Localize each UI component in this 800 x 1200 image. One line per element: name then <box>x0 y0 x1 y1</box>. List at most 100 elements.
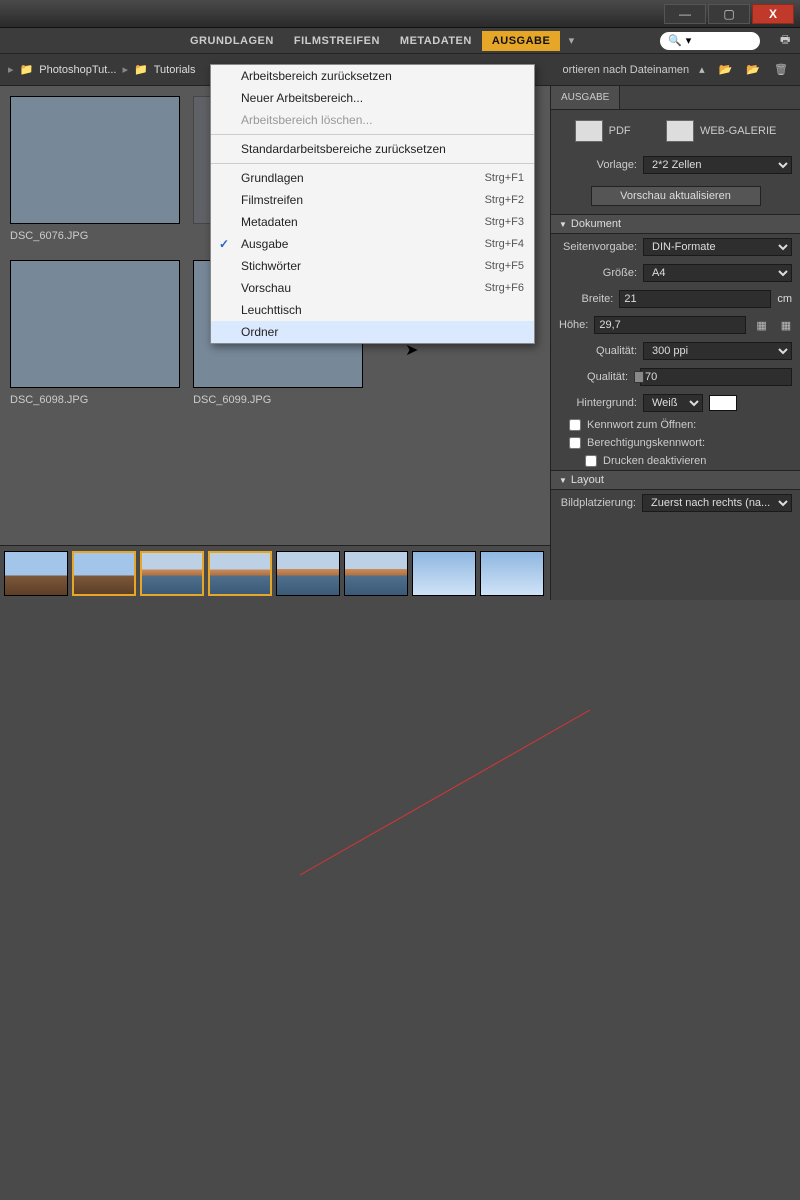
filmstrip-item[interactable] <box>276 551 340 596</box>
vorlage-label: Vorlage: <box>559 159 637 171</box>
orientation-icon[interactable]: ▦ <box>777 319 795 332</box>
trash-icon[interactable]: 🗑 <box>770 63 792 76</box>
berechtigung-checkbox[interactable] <box>569 437 581 449</box>
thumbnail-image <box>10 96 180 224</box>
search-icon: 🔍 <box>668 34 682 47</box>
menu-item-label: Arbeitsbereich löschen... <box>241 113 372 127</box>
qualitaet2-label: Qualität: <box>559 371 628 383</box>
qualitaet-select[interactable]: 300 ppi <box>643 342 792 360</box>
triangle-down-icon: ▼ <box>559 220 567 229</box>
filmstrip-item[interactable] <box>140 551 204 596</box>
chevron-right-icon: ▸ <box>8 63 14 76</box>
sort-asc-icon[interactable]: ▴ <box>695 63 709 76</box>
kennwort-checkbox[interactable] <box>569 419 581 431</box>
orientation-icon[interactable]: ▦ <box>752 319 770 332</box>
menu-item-shortcut: Strg+F1 <box>485 172 524 184</box>
tab-metadaten[interactable]: METADATEN <box>390 31 482 51</box>
tab-grundlagen[interactable]: GRUNDLAGEN <box>180 31 284 51</box>
filmstrip-item[interactable] <box>72 551 136 596</box>
close-button[interactable]: X <box>752 4 794 24</box>
menu-item-label: Ordner <box>241 325 278 339</box>
section-layout[interactable]: ▼Layout <box>551 470 800 490</box>
groesse-select[interactable]: A4 <box>643 264 792 282</box>
berechtigung-label: Berechtigungskennwort: <box>587 437 705 449</box>
open-folder-icon[interactable]: 📂 <box>715 63 737 76</box>
tab-ausgabe[interactable]: AUSGABE <box>482 31 561 51</box>
thumbnail-image <box>10 260 180 388</box>
search-input[interactable]: 🔍 ▾ <box>660 32 760 50</box>
vorlage-select[interactable]: 2*2 Zellen <box>643 156 792 174</box>
bildplatz-select[interactable]: Zuerst nach rechts (na... <box>642 494 792 512</box>
breite-label: Breite: <box>559 293 613 305</box>
thumbnail-item[interactable]: DSC_6076.JPG <box>10 96 180 242</box>
filmstrip-item[interactable] <box>208 551 272 596</box>
breadcrumb-seg-1[interactable]: PhotoshopTut... <box>39 64 116 76</box>
breite-input[interactable] <box>619 290 771 308</box>
output-pdf-button[interactable]: PDF <box>575 120 631 142</box>
menu-item[interactable]: ✓ Ausgabe Strg+F4 <box>211 233 534 255</box>
drucken-deakt-checkbox[interactable] <box>585 455 597 467</box>
menu-item-label: Arbeitsbereich zurücksetzen <box>241 69 392 83</box>
workspace-menu: Arbeitsbereich zurücksetzen Neuer Arbeits… <box>210 64 535 344</box>
annotation-line <box>0 600 800 1200</box>
filmstrip-item[interactable] <box>480 551 544 596</box>
workspace-tabs: GRUNDLAGEN FILMSTREIFEN METADATEN AUSGAB… <box>0 28 800 54</box>
tab-filmstreifen[interactable]: FILMSTREIFEN <box>284 31 390 51</box>
menu-item-label: Ausgabe <box>241 237 288 251</box>
menu-item[interactable]: Leuchttisch <box>211 299 534 321</box>
minimize-button[interactable]: — <box>664 4 706 24</box>
triangle-down-icon: ▼ <box>559 476 567 485</box>
section-dokument[interactable]: ▼Dokument <box>551 214 800 234</box>
groesse-label: Größe: <box>559 267 637 279</box>
menu-item[interactable]: Arbeitsbereich zurücksetzen <box>211 65 534 87</box>
menu-item-label: Filmstreifen <box>241 193 303 207</box>
qualitaet-label: Qualität: <box>559 345 637 357</box>
thumbnail-caption: DSC_6098.JPG <box>10 394 180 406</box>
check-icon: ✓ <box>219 237 229 251</box>
menu-item[interactable]: Standardarbeitsbereiche zurücksetzen <box>211 138 534 160</box>
thumbnail-item[interactable]: DSC_6098.JPG <box>10 260 180 406</box>
open-recent-icon[interactable]: 📂 <box>742 63 764 76</box>
menu-item[interactable]: Neuer Arbeitsbereich... <box>211 87 534 109</box>
menu-item[interactable]: Metadaten Strg+F3 <box>211 211 534 233</box>
filmstrip-item[interactable] <box>412 551 476 596</box>
breadcrumb-seg-2[interactable]: Tutorials <box>154 64 196 76</box>
qualitaet-value-input[interactable] <box>640 368 792 386</box>
output-panel: AUSGABE PDF WEB-GALERIE Vorlage: 2*2 Zel… <box>550 86 800 600</box>
folder-icon: 📁 <box>134 63 148 76</box>
hintergrund-select[interactable]: Weiß <box>643 394 703 412</box>
drucken-deakt-label: Drucken deaktivieren <box>603 455 706 467</box>
filmstrip-item[interactable] <box>344 551 408 596</box>
menu-item[interactable]: Grundlagen Strg+F1 <box>211 167 534 189</box>
menu-item[interactable]: Ordner <box>211 321 534 343</box>
filmstrip-item[interactable] <box>4 551 68 596</box>
menu-item-shortcut: Strg+F5 <box>485 260 524 272</box>
bildplatz-label: Bildplatzierung: <box>559 497 636 509</box>
hoehe-input[interactable] <box>594 316 746 334</box>
menu-item-label: Stichwörter <box>241 259 301 273</box>
output-webgallery-button[interactable]: WEB-GALERIE <box>666 120 776 142</box>
maximize-button[interactable]: ▢ <box>708 4 750 24</box>
menu-item[interactable]: VorschauStrg+F6 <box>211 277 534 299</box>
sort-dropdown[interactable]: ortieren nach Dateinamen <box>563 64 690 76</box>
folder-icon: 📁 <box>20 63 34 76</box>
menu-item[interactable]: Stichwörter Strg+F5 <box>211 255 534 277</box>
thumbnail-caption: DSC_6076.JPG <box>10 230 180 242</box>
menu-item[interactable]: Filmstreifen Strg+F2 <box>211 189 534 211</box>
seitenvorgabe-select[interactable]: DIN-Formate <box>643 238 792 256</box>
seitenvorgabe-label: Seitenvorgabe: <box>559 241 637 253</box>
panel-tab-ausgabe[interactable]: AUSGABE <box>551 86 620 109</box>
pdf-icon <box>575 120 603 142</box>
menu-item-shortcut: Strg+F3 <box>485 216 524 228</box>
print-icon[interactable]: 🖶 <box>780 31 800 50</box>
bg-color-swatch[interactable] <box>709 395 737 411</box>
menu-item-label: Grundlagen <box>241 171 304 185</box>
menu-item-shortcut: Strg+F2 <box>485 194 524 206</box>
menu-item-label: Vorschau <box>241 281 291 295</box>
workspace-dropdown-icon[interactable]: ▾ <box>560 34 582 47</box>
refresh-preview-button[interactable]: Vorschau aktualisieren <box>591 186 761 206</box>
thumbnail-caption: DSC_6099.JPG <box>193 394 363 406</box>
menu-item-label: Metadaten <box>241 215 298 229</box>
menu-item-shortcut: Strg+F4 <box>485 238 524 250</box>
chevron-right-icon: ▸ <box>123 63 129 76</box>
